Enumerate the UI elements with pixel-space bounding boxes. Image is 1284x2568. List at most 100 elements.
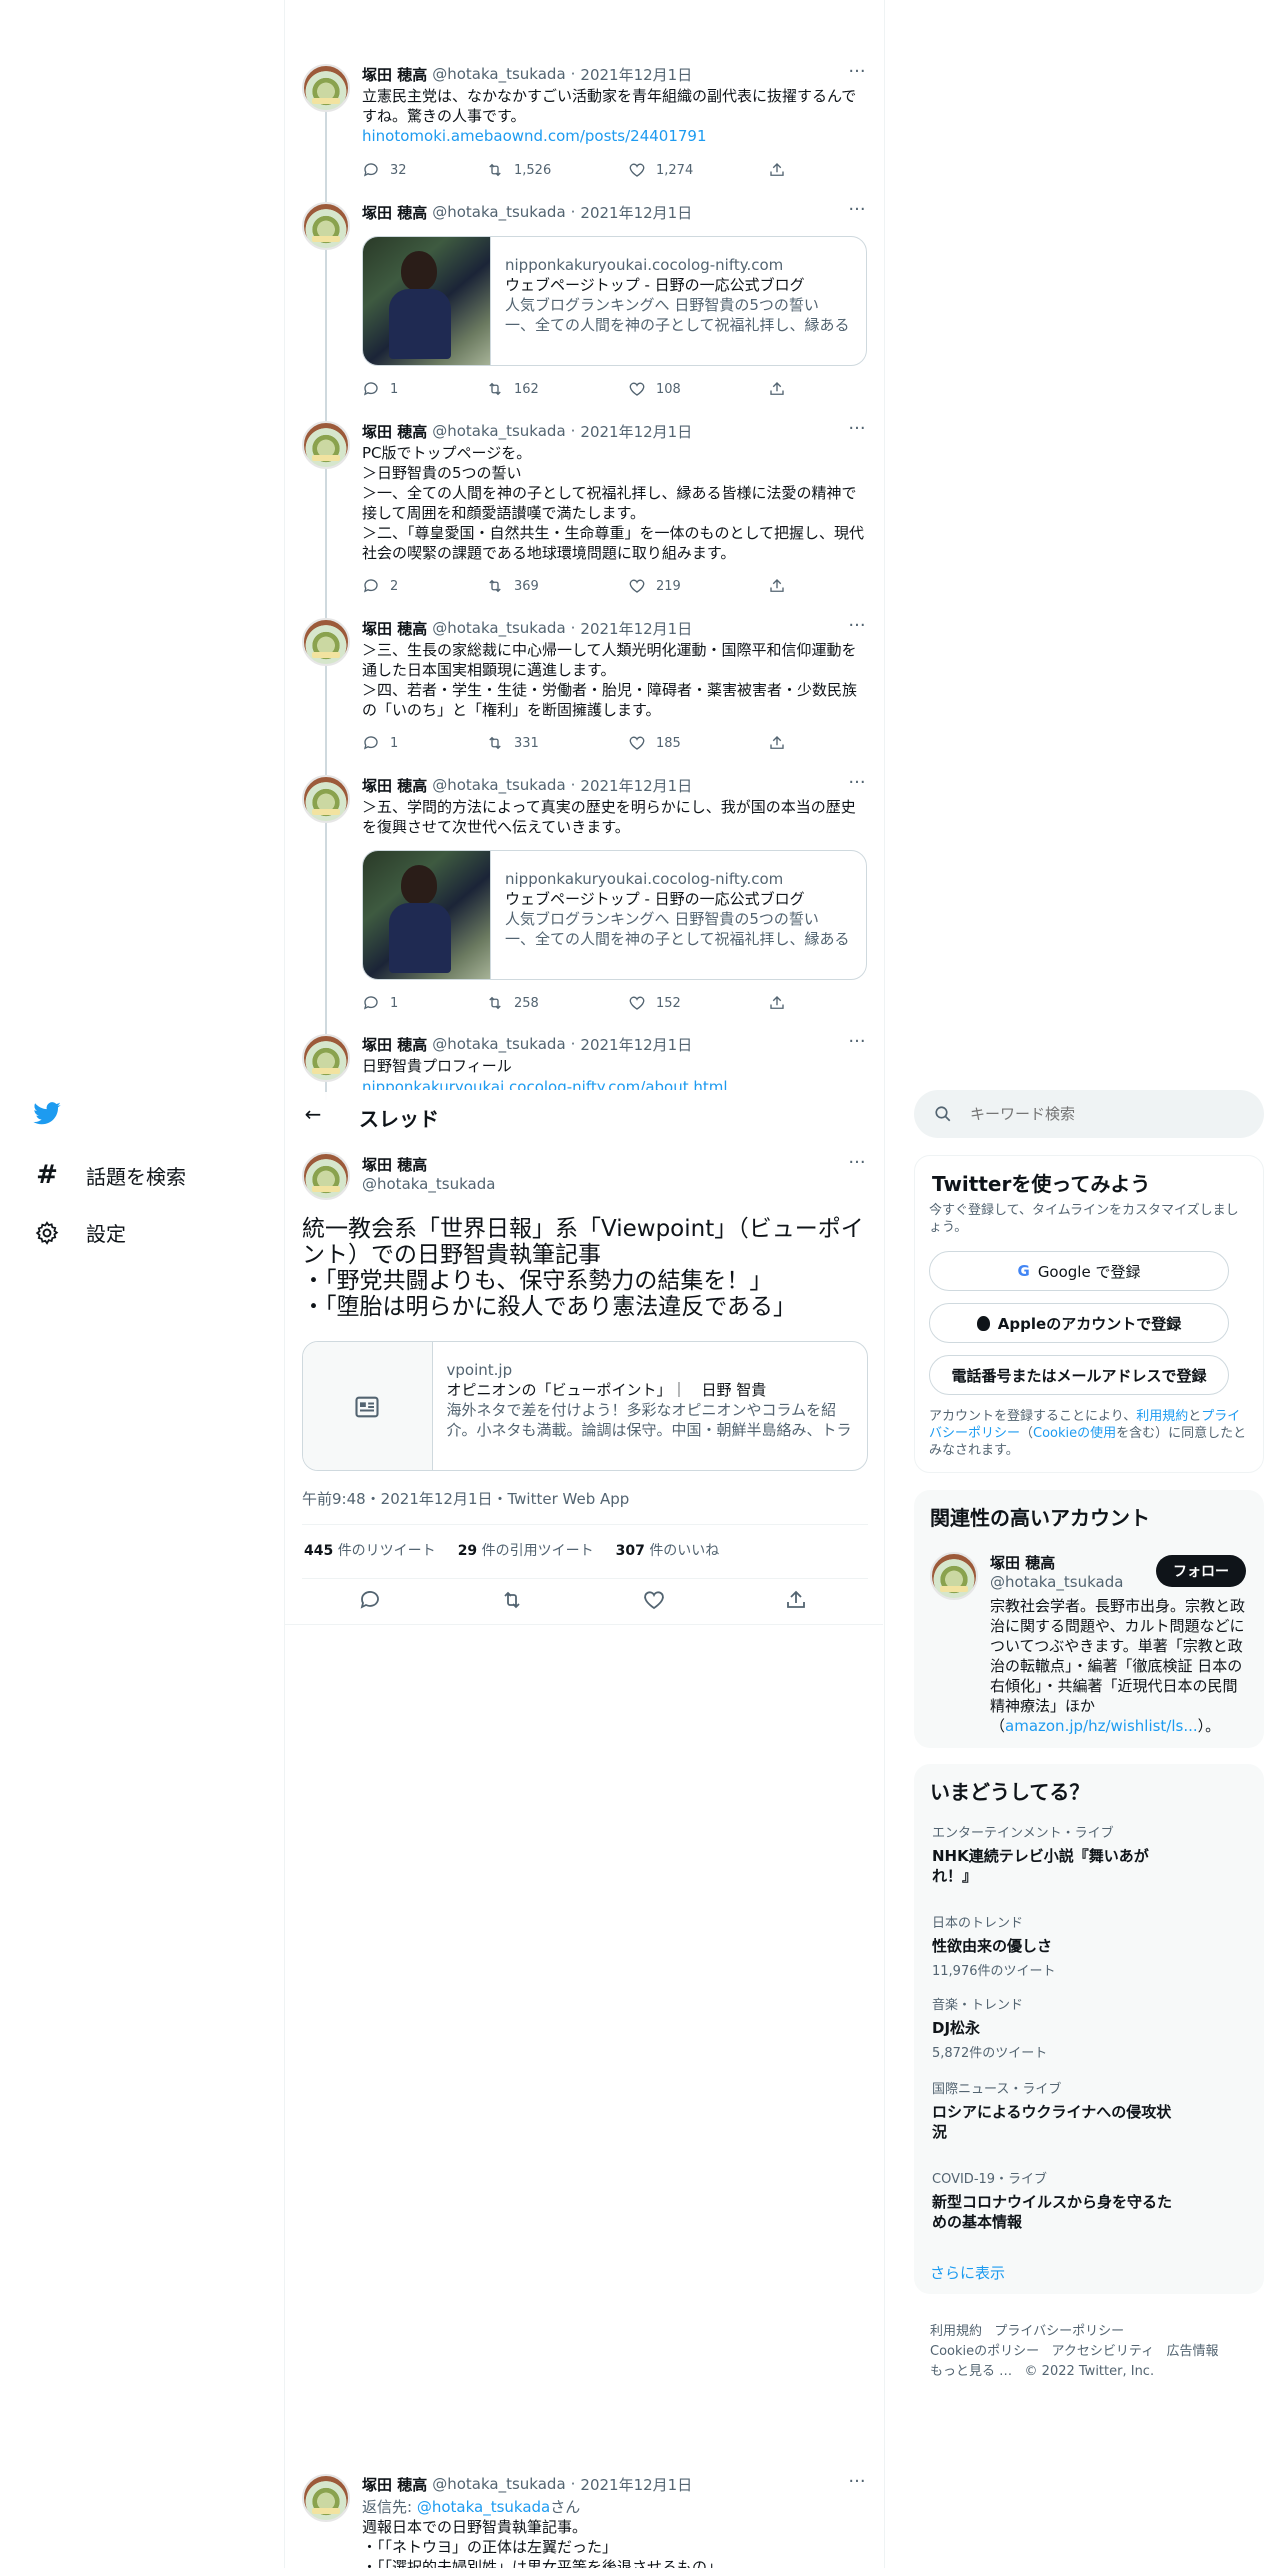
- wishlist-link[interactable]: amazon.jp/hz/wishlist/ls...: [1005, 1717, 1198, 1735]
- avatar[interactable]: [302, 2474, 350, 2522]
- related-handle[interactable]: @hotaka_tsukada: [990, 1573, 1123, 1591]
- reply-button[interactable]: 32: [362, 159, 407, 181]
- link-card[interactable]: nipponkakuryoukai.cocolog-nifty.com ウェブペ…: [362, 850, 867, 980]
- footer-link[interactable]: 利用規約: [930, 2324, 982, 2339]
- author-handle[interactable]: @hotaka_tsukada: [362, 1175, 495, 1193]
- tweet-timestamp[interactable]: 午前9:48・2021年12月1日・Twitter Web App: [302, 1488, 629, 1509]
- tweet-date[interactable]: 2021年12月1日: [580, 1034, 692, 1055]
- retweet-button[interactable]: 258: [486, 992, 539, 1014]
- author-name[interactable]: 塚田 穂高: [362, 775, 427, 796]
- sidebar-item-settings[interactable]: 設定: [34, 1218, 126, 1247]
- tweet-date[interactable]: 2021年12月1日: [580, 775, 692, 796]
- tweet-date[interactable]: 2021年12月1日: [580, 202, 692, 223]
- follow-button[interactable]: フォロー: [1156, 1555, 1246, 1587]
- avatar[interactable]: [302, 64, 350, 112]
- share-button[interactable]: [784, 1588, 814, 1618]
- more-options-icon[interactable]: ···: [846, 2473, 868, 2495]
- more-options-icon[interactable]: ···: [846, 63, 868, 85]
- show-more-link[interactable]: さらに表示: [930, 2262, 1005, 2283]
- share-button[interactable]: [768, 992, 786, 1014]
- like-button[interactable]: [642, 1588, 672, 1618]
- trend-item[interactable]: 国際ニュース・ライブ ロシアによるウクライナへの侵攻状況: [932, 2082, 1172, 2142]
- author-handle[interactable]: @hotaka_tsukada: [432, 203, 565, 221]
- tweet-date[interactable]: 2021年12月1日: [580, 2474, 692, 2495]
- share-button[interactable]: [768, 732, 786, 754]
- retweet-button[interactable]: 162: [486, 378, 539, 400]
- retweet-button[interactable]: [500, 1588, 530, 1618]
- author-handle[interactable]: @hotaka_tsukada: [432, 619, 565, 637]
- reply-button[interactable]: 1: [362, 732, 398, 754]
- avatar[interactable]: [302, 1034, 350, 1082]
- footer-link[interactable]: プライバシーポリシー: [994, 2324, 1124, 2339]
- avatar[interactable]: [302, 1152, 350, 1200]
- author-handle[interactable]: @hotaka_tsukada: [432, 422, 565, 440]
- tweet-link[interactable]: nipponkakuryoukai.cocolog-nifty.com/abou…: [362, 1077, 866, 1090]
- reply-button[interactable]: 1: [362, 992, 398, 1014]
- likes-stat[interactable]: 307 件のいいね: [616, 1540, 720, 1560]
- avatar[interactable]: [302, 775, 350, 823]
- author-handle[interactable]: @hotaka_tsukada: [432, 2475, 565, 2493]
- avatar[interactable]: [302, 421, 350, 469]
- author-name[interactable]: 塚田 穂高: [362, 1034, 427, 1055]
- retweet-button[interactable]: 331: [486, 732, 539, 754]
- share-button[interactable]: [768, 575, 786, 597]
- terms-link[interactable]: 利用規約: [1136, 1409, 1188, 1424]
- like-button[interactable]: 108: [628, 378, 681, 400]
- author-name[interactable]: 塚田 穂高: [362, 618, 427, 639]
- avatar[interactable]: [302, 618, 350, 666]
- back-arrow-icon[interactable]: ←: [301, 1102, 325, 1126]
- reply-button[interactable]: 2: [362, 575, 398, 597]
- share-button[interactable]: [768, 378, 786, 400]
- like-button[interactable]: 219: [628, 575, 681, 597]
- tweet-link[interactable]: hinotomoki.amebaownd.com/posts/24401791: [362, 126, 866, 146]
- trend-item[interactable]: 日本のトレンド 性欲由来の優しさ 11,976件のツイート: [932, 1916, 1232, 1979]
- phone-email-signup-button[interactable]: 電話番号またはメールアドレスで登録: [929, 1355, 1229, 1395]
- like-button[interactable]: 185: [628, 732, 681, 754]
- like-button[interactable]: 1,274: [628, 159, 693, 181]
- author-handle[interactable]: @hotaka_tsukada: [432, 1035, 565, 1053]
- quotes-stat[interactable]: 29 件の引用ツイート: [458, 1540, 594, 1560]
- more-options-icon[interactable]: ···: [846, 774, 868, 796]
- tweet-date[interactable]: 2021年12月1日: [580, 618, 692, 639]
- author-handle[interactable]: @hotaka_tsukada: [432, 65, 565, 83]
- author-name[interactable]: 塚田 穂高: [362, 64, 427, 85]
- share-button[interactable]: [768, 159, 786, 181]
- footer-link[interactable]: 広告情報: [1167, 2344, 1219, 2359]
- more-options-icon[interactable]: ···: [846, 617, 868, 639]
- footer-more[interactable]: もっと見る …: [930, 2364, 1012, 2379]
- author-name[interactable]: 塚田 穂高: [362, 2474, 427, 2495]
- author-name[interactable]: 塚田 穂高: [362, 1154, 427, 1175]
- related-name[interactable]: 塚田 穂高: [990, 1552, 1055, 1573]
- link-card[interactable]: nipponkakuryoukai.cocolog-nifty.com ウェブペ…: [362, 236, 867, 366]
- like-button[interactable]: 152: [628, 992, 681, 1014]
- more-options-icon[interactable]: ···: [846, 201, 868, 223]
- avatar[interactable]: [302, 202, 350, 250]
- link-card[interactable]: vpoint.jp オピニオンの「ビューポイント」｜ 日野 智貴 海外ネタで差を…: [302, 1341, 868, 1471]
- tweet-date[interactable]: 2021年12月1日: [580, 421, 692, 442]
- cookie-link[interactable]: Cookieの使用: [1033, 1426, 1116, 1441]
- retweet-button[interactable]: 1,526: [486, 159, 551, 181]
- author-name[interactable]: 塚田 穂高: [362, 202, 427, 223]
- search-bar[interactable]: [914, 1090, 1264, 1138]
- google-signup-button[interactable]: G Google で登録: [929, 1251, 1229, 1291]
- trend-item[interactable]: COVID-19・ライブ 新型コロナウイルスから身を守るための基本情報: [932, 2172, 1182, 2232]
- reply-button[interactable]: 1: [362, 378, 398, 400]
- more-options-icon[interactable]: ···: [846, 420, 868, 442]
- more-options-icon[interactable]: ···: [846, 1154, 868, 1176]
- sidebar-item-explore[interactable]: # 話題を検索: [34, 1160, 186, 1190]
- trend-item[interactable]: エンターテインメント・ライブ NHK連続テレビ小説『舞いあがれ！』: [932, 1826, 1172, 1886]
- twitter-logo-icon[interactable]: [32, 1098, 64, 1130]
- retweets-stat[interactable]: 445 件のリツイート: [304, 1540, 436, 1560]
- author-name[interactable]: 塚田 穂高: [362, 421, 427, 442]
- reply-button[interactable]: [358, 1588, 388, 1618]
- author-handle[interactable]: @hotaka_tsukada: [432, 776, 565, 794]
- search-input[interactable]: [970, 1102, 1240, 1126]
- reply-to-mention[interactable]: @hotaka_tsukada: [417, 2498, 550, 2516]
- retweet-button[interactable]: 369: [486, 575, 539, 597]
- more-options-icon[interactable]: ···: [846, 1033, 868, 1055]
- avatar[interactable]: [930, 1552, 978, 1600]
- apple-signup-button[interactable]: Appleのアカウントで登録: [929, 1303, 1229, 1343]
- trend-item[interactable]: 音楽・トレンド DJ松永 5,872件のツイート: [932, 1998, 1232, 2061]
- tweet-date[interactable]: 2021年12月1日: [580, 64, 692, 85]
- footer-link[interactable]: Cookieのポリシー: [930, 2344, 1039, 2359]
